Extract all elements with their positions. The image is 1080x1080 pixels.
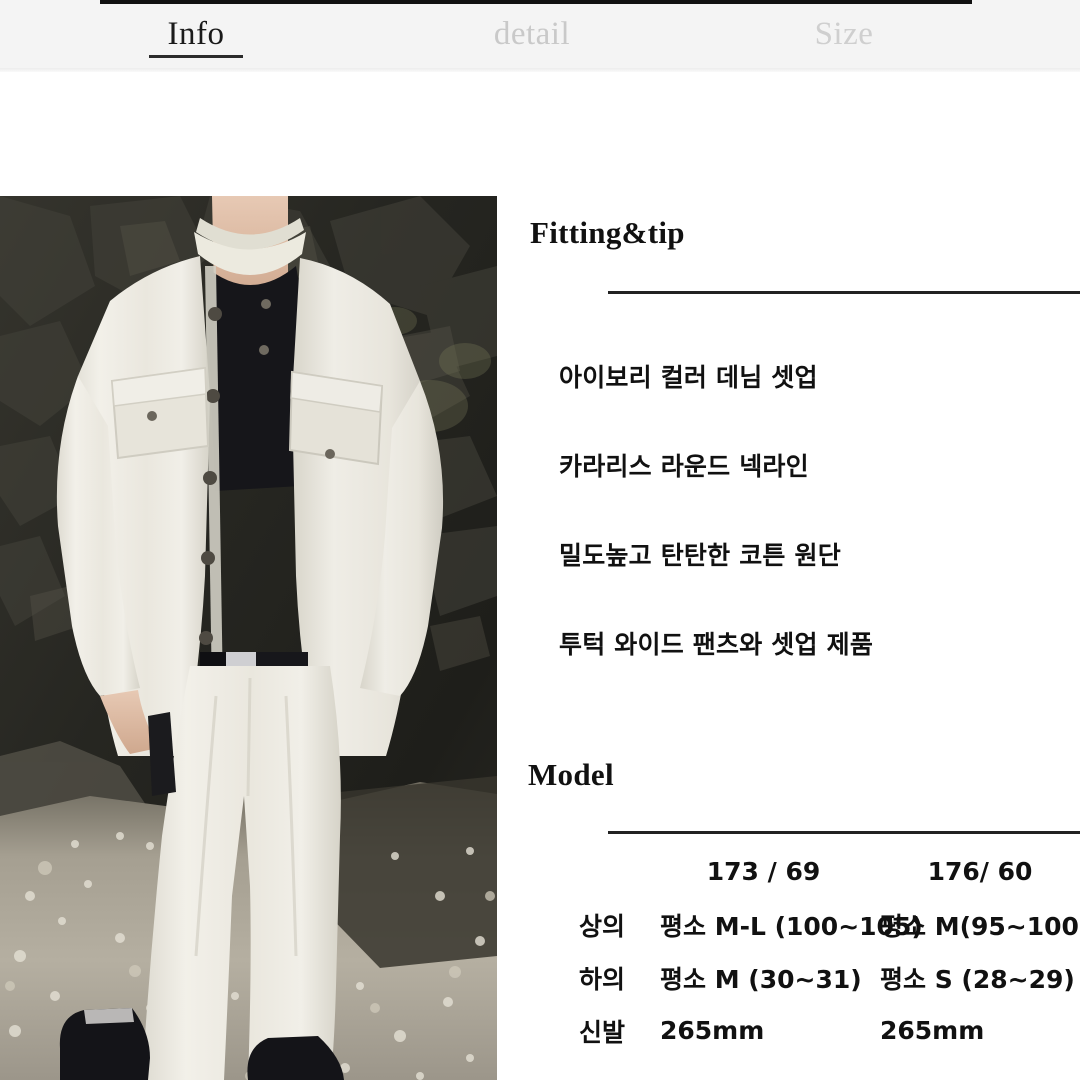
model-row-value-a: 평소 M (30~31)	[660, 964, 862, 994]
fitting-tip-heading: Fitting&tip	[530, 215, 685, 250]
model-row-value-a: 265mm	[660, 1016, 765, 1045]
table-header-row: 173 / 69 176/ 60	[497, 845, 1080, 898]
fitting-tip-divider	[608, 291, 1080, 294]
model-row-label: 신발	[578, 1017, 625, 1047]
model-header-b: 176/ 60	[927, 857, 1033, 886]
fitting-tip-line: 밀도높고 탄탄한 코튼 원단	[559, 541, 841, 570]
table-row: 하의 평소 M (30~31) 평소 S (28~29)	[497, 951, 1080, 1004]
model-row-value-b: 평소 S (28~29)	[880, 964, 1075, 994]
model-row-value-a: 평소 M-L (100~105)	[660, 911, 923, 941]
model-measurements-table: 173 / 69 176/ 60 상의 평소 M-L (100~105) 평소 …	[497, 845, 1080, 1057]
fitting-tip-list: 아이보리 컬러 데님 셋업 카라리스 라운드 넥라인 밀도높고 탄탄한 코튼 원…	[559, 362, 1059, 718]
table-row: 신발 265mm 265mm	[497, 1004, 1080, 1057]
fitting-tip-line: 아이보리 컬러 데님 셋업	[559, 363, 818, 392]
product-photo-illustration	[0, 196, 497, 1080]
product-info-panel: Fitting&tip 아이보리 컬러 데님 셋업 카라리스 라운드 넥라인 밀…	[497, 0, 1080, 1080]
model-row-value-b: 265mm	[880, 1016, 985, 1045]
model-row-label: 상의	[578, 911, 625, 941]
active-tab-indicator	[149, 55, 243, 58]
model-row-label: 하의	[578, 964, 625, 994]
product-photo[interactable]	[0, 196, 497, 1080]
model-heading: Model	[528, 757, 614, 792]
model-header-a: 173 / 69	[706, 857, 821, 886]
model-row-value-b: 평소 M(95~100)	[880, 911, 1080, 941]
fitting-tip-line: 카라리스 라운드 넥라인	[559, 452, 809, 481]
model-header-blank	[497, 845, 647, 898]
model-divider	[608, 831, 1080, 834]
tab-info[interactable]: Info	[96, 14, 296, 54]
fitting-tip-line: 투턱 와이드 팬츠와 셋업 제품	[559, 630, 874, 659]
table-row: 상의 평소 M-L (100~105) 평소 M(95~100)	[497, 898, 1080, 951]
